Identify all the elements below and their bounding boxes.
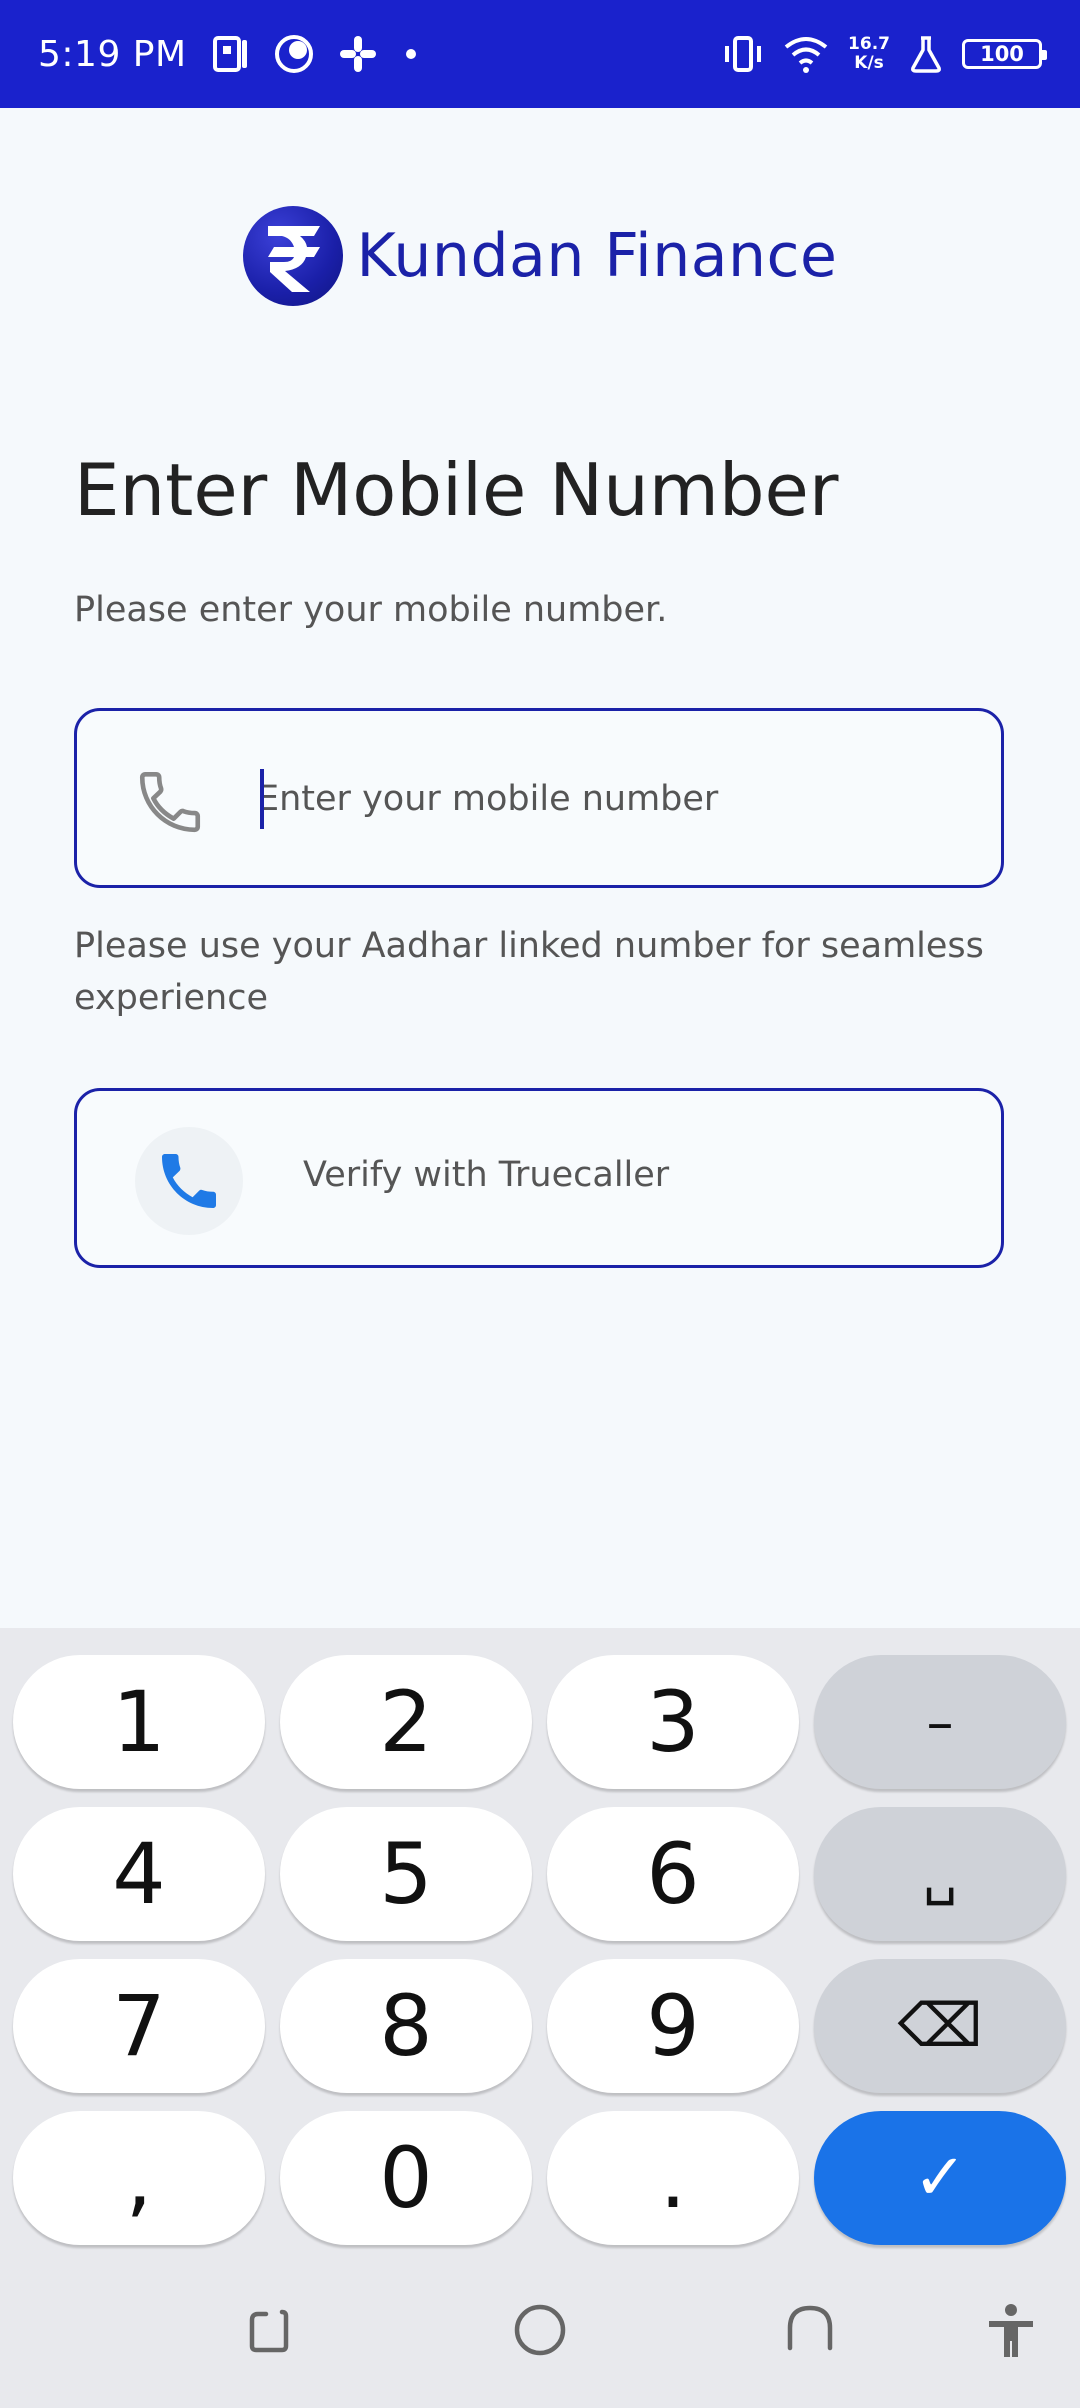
key-period-label: . bbox=[659, 2129, 687, 2227]
key-5-label: 5 bbox=[379, 1825, 433, 1923]
vibrate-icon bbox=[725, 36, 762, 72]
back-arch-icon bbox=[787, 2305, 833, 2351]
aadhar-helper-text: Please use your Aadhar linked number for… bbox=[74, 926, 984, 1018]
key-8-label: 8 bbox=[379, 1977, 433, 2075]
slack-notification-icon bbox=[339, 36, 376, 72]
key-7-label: 7 bbox=[112, 1977, 166, 2075]
network-speed: 16.7 K/s bbox=[848, 35, 890, 73]
network-speed-unit: K/s bbox=[854, 53, 884, 73]
page-title: Enter Mobile Number bbox=[74, 448, 839, 532]
truecaller-phone-icon bbox=[162, 1154, 216, 1208]
network-speed-value: 16.7 bbox=[848, 34, 890, 54]
accessibility-button[interactable] bbox=[978, 2298, 1044, 2364]
key-dash-label: – bbox=[926, 1690, 954, 1754]
page-subtitle: Please enter your mobile number. bbox=[74, 590, 668, 630]
battery-indicator: 100 bbox=[962, 39, 1047, 69]
key-0[interactable]: 0 bbox=[280, 2111, 532, 2245]
key-space-label: ␣ bbox=[922, 1842, 958, 1906]
key-2-label: 2 bbox=[379, 1673, 433, 1771]
home-button[interactable] bbox=[502, 2298, 578, 2362]
key-3[interactable]: 3 bbox=[547, 1655, 799, 1789]
verify-truecaller-button[interactable]: Verify with Truecaller bbox=[74, 1088, 1004, 1268]
rupee-symbol-icon bbox=[267, 226, 320, 292]
key-4[interactable]: 4 bbox=[13, 1807, 265, 1941]
key-comma[interactable]: , bbox=[13, 2111, 265, 2245]
key-period[interactable]: . bbox=[547, 2111, 799, 2245]
key-6[interactable]: 6 bbox=[547, 1807, 799, 1941]
mobile-number-field[interactable] bbox=[74, 708, 1004, 888]
verify-truecaller-label: Verify with Truecaller bbox=[303, 1155, 670, 1195]
key-1[interactable]: 1 bbox=[13, 1655, 265, 1789]
key-1-label: 1 bbox=[112, 1673, 166, 1771]
app-logo: Kundan Finance bbox=[0, 206, 1080, 306]
more-notifications-dot-icon bbox=[405, 49, 416, 59]
key-6-label: 6 bbox=[646, 1825, 700, 1923]
recent-apps-button[interactable] bbox=[232, 2300, 308, 2360]
paytm-notification-icon bbox=[212, 36, 247, 72]
phone-icon bbox=[139, 771, 201, 833]
key-backspace[interactable]: ⌫ bbox=[814, 1959, 1066, 2093]
notification-icons bbox=[211, 33, 421, 75]
back-button[interactable] bbox=[772, 2298, 848, 2362]
key-9[interactable]: 9 bbox=[547, 1959, 799, 2093]
rupee-logo-icon bbox=[242, 206, 343, 306]
home-circle-icon bbox=[514, 2304, 566, 2356]
key-0-label: 0 bbox=[379, 2129, 433, 2227]
navigation-bar bbox=[0, 2262, 1080, 2408]
truecaller-icon bbox=[135, 1127, 243, 1235]
app-name: Kundan Finance bbox=[356, 221, 838, 291]
mobile-number-input[interactable] bbox=[257, 751, 977, 847]
wifi-icon bbox=[784, 37, 828, 73]
login-screen: 5:19 PM 16.7 K/s 100 Kundan Finance Ente… bbox=[0, 0, 1080, 2408]
key-3-label: 3 bbox=[646, 1673, 700, 1771]
key-2[interactable]: 2 bbox=[280, 1655, 532, 1789]
backspace-icon: ⌫ bbox=[897, 1991, 983, 2061]
accessibility-icon bbox=[989, 2304, 1033, 2357]
check-icon: ✓ bbox=[913, 2141, 967, 2215]
key-enter[interactable]: ✓ bbox=[814, 2111, 1066, 2245]
status-time: 5:19 PM bbox=[38, 33, 187, 75]
system-status-icons: 16.7 K/s 100 bbox=[722, 33, 1047, 75]
key-comma-label: , bbox=[125, 2129, 153, 2227]
lab-flask-icon bbox=[911, 36, 941, 73]
key-4-label: 4 bbox=[112, 1825, 166, 1923]
key-dash[interactable]: – bbox=[814, 1655, 1066, 1789]
recent-apps-icon bbox=[249, 2309, 289, 2353]
key-5[interactable]: 5 bbox=[280, 1807, 532, 1941]
text-caret bbox=[260, 769, 264, 829]
key-7[interactable]: 7 bbox=[13, 1959, 265, 2093]
numeric-keyboard: 1 2 3 – 4 5 6 ␣ 7 8 9 ⌫ , 0 . ✓ bbox=[0, 1628, 1080, 2262]
key-space[interactable]: ␣ bbox=[814, 1807, 1066, 1941]
status-bar: 5:19 PM 16.7 K/s 100 bbox=[0, 0, 1080, 108]
battery-level: 100 bbox=[980, 42, 1024, 66]
circle-app-notification-icon bbox=[274, 35, 313, 73]
key-8[interactable]: 8 bbox=[280, 1959, 532, 2093]
key-9-label: 9 bbox=[646, 1977, 700, 2075]
